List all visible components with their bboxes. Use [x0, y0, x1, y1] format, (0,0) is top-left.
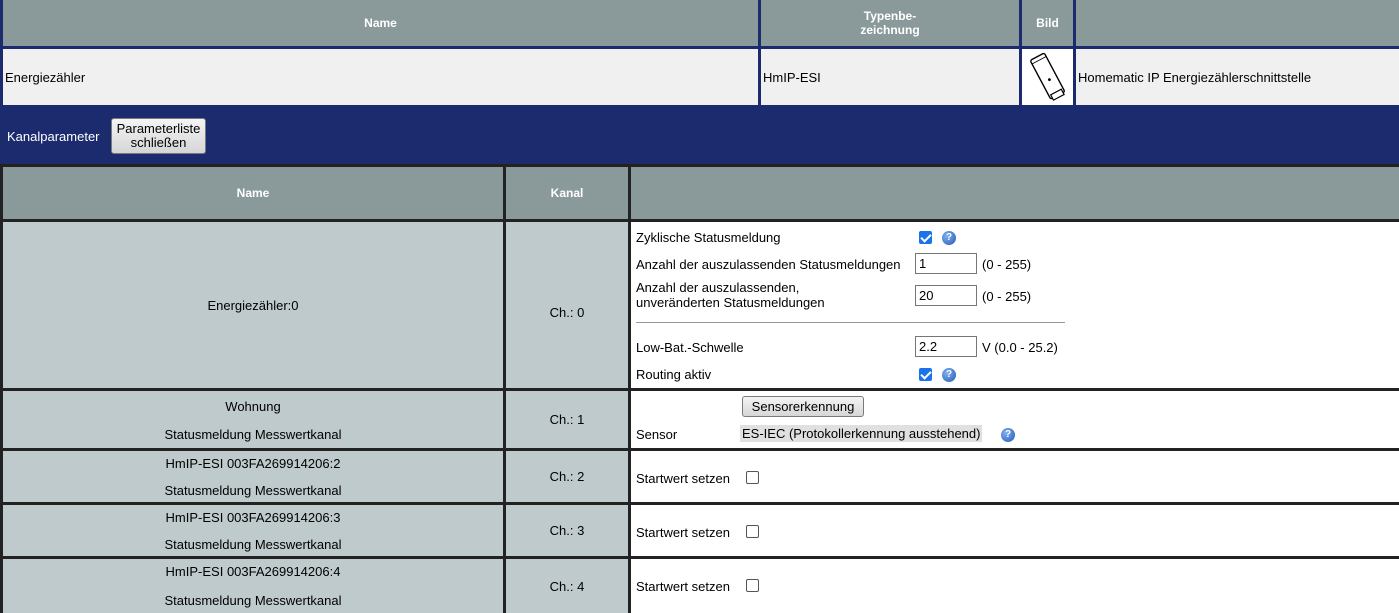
channel-name: Energiezähler:0 [207, 297, 299, 313]
sensor-label: Sensor [636, 427, 678, 442]
start-value-checkbox[interactable] [746, 579, 759, 592]
routing-checkbox[interactable] [919, 368, 932, 381]
channel-0-name-cell: Energiezähler:0 [3, 222, 503, 388]
channel-number: Ch.: 4 [549, 578, 585, 594]
channel-name: HmIP-ESI 003FA269914206:2 [165, 456, 341, 471]
channel-number: Ch.: 3 [549, 523, 585, 538]
routing-label: Routing aktiv [636, 367, 712, 382]
channel-2-name-cell: HmIP-ESI 003FA269914206:2 Statusmeldung … [3, 451, 503, 502]
channel-subname: Statusmeldung Messwertkanal [164, 537, 342, 552]
sensor-value: ES-IEC (Protokollerkennung ausstehend) [740, 425, 983, 442]
channel-2-number-cell: Ch.: 2 [506, 451, 628, 502]
device-type-cell: HmIP-ESI [761, 49, 1019, 105]
channel-params-header [631, 167, 1399, 219]
help-icon[interactable]: ? [942, 231, 956, 245]
channel-name: HmIP-ESI 003FA269914206:3 [165, 510, 341, 525]
start-value-label: Startwert setzen [636, 579, 730, 594]
section-divider [636, 322, 1065, 323]
skip-unchanged-range: (0 - 255) [982, 289, 1032, 304]
skip-unchanged-label-2: unveränderten Statusmeldungen [636, 295, 825, 310]
help-icon[interactable]: ? [1001, 428, 1015, 442]
device-description-cell: Homematic IP Energiezählerschnittstelle [1076, 49, 1399, 105]
start-value-checkbox[interactable] [746, 471, 759, 484]
lowbat-range: V (0.0 - 25.2) [982, 340, 1058, 355]
channel-number: Ch.: 1 [549, 412, 585, 427]
cyclic-status-checkbox[interactable] [919, 231, 932, 244]
device-name-cell: Energiezähler [3, 49, 758, 105]
channel-0-number-cell: Ch.: 0 [506, 222, 628, 388]
channel-4-name-cell: HmIP-ESI 003FA269914206:4 Statusmeldung … [3, 559, 503, 613]
cyclic-status-label: Zyklische Statusmeldung [636, 230, 781, 245]
skip-unchanged-label-1: Anzahl der auszulassenden, [636, 280, 800, 295]
help-icon[interactable]: ? [942, 368, 956, 382]
channel-name: Wohnung [225, 399, 281, 414]
channel-number-header: Kanal [506, 167, 628, 219]
channel-name: HmIP-ESI 003FA269914206:4 [165, 564, 341, 579]
device-image-header: Bild [1022, 0, 1073, 46]
channel-subname: Statusmeldung Messwertkanal [164, 593, 342, 608]
channel-1-name-cell: Wohnung Statusmeldung Messwertkanal [3, 391, 503, 448]
channel-subname: Statusmeldung Messwertkanal [164, 427, 342, 442]
device-description-header [1076, 0, 1399, 46]
start-value-label: Startwert setzen [636, 471, 730, 486]
channel-4-number-cell: Ch.: 4 [506, 559, 628, 613]
skip-status-input[interactable] [915, 253, 977, 274]
lowbat-input[interactable] [915, 336, 977, 357]
channel-number: Ch.: 0 [549, 304, 585, 320]
lowbat-label: Low-Bat.-Schwelle [636, 340, 744, 355]
channel-3-number-cell: Ch.: 3 [506, 505, 628, 556]
device-type-header: Typenbe- zeichnung [761, 0, 1019, 46]
skip-status-range: (0 - 255) [982, 257, 1032, 272]
channel-subname: Statusmeldung Messwertkanal [164, 483, 342, 498]
channel-number: Ch.: 2 [549, 469, 585, 484]
start-value-checkbox[interactable] [746, 525, 759, 538]
start-value-label: Startwert setzen [636, 525, 730, 540]
channel-3-name-cell: HmIP-ESI 003FA269914206:3 Statusmeldung … [3, 505, 503, 556]
device-icon [1030, 52, 1065, 101]
channel-params-label: Kanalparameter [7, 129, 100, 144]
device-name-header: Name [3, 0, 758, 46]
close-parameter-list-button[interactable]: Parameterliste schließen [111, 118, 206, 154]
sensor-detection-button[interactable]: Sensorerkennung [742, 396, 864, 417]
channel-1-number-cell: Ch.: 1 [506, 391, 628, 448]
skip-unchanged-input[interactable] [915, 285, 977, 306]
channel-name-header: Name [3, 167, 503, 219]
skip-status-label: Anzahl der auszulassenden Statusmeldunge… [636, 257, 901, 272]
